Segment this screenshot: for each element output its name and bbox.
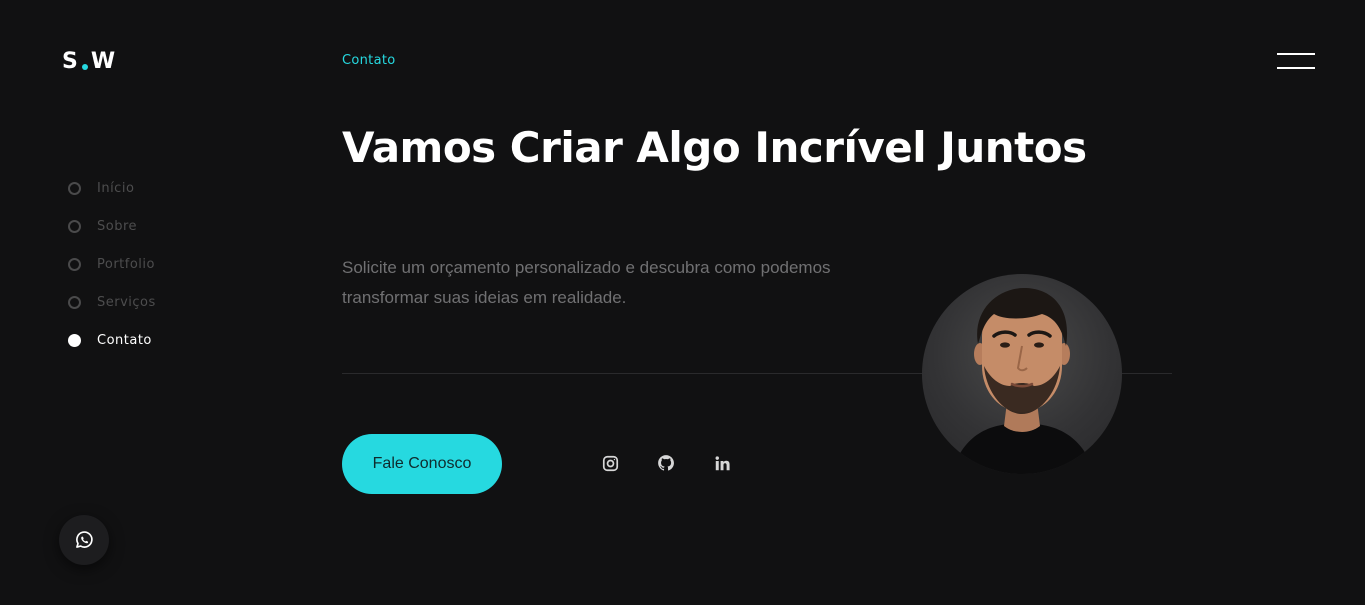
github-icon[interactable] xyxy=(654,451,678,475)
linkedin-icon[interactable] xyxy=(710,451,734,475)
nav-item-label: Portfolio xyxy=(97,256,155,272)
page-title: Vamos Criar Algo Incrível Juntos xyxy=(342,123,1087,172)
nav-dot-active xyxy=(68,333,81,347)
page-description: Solicite um orçamento personalizado e de… xyxy=(342,258,831,307)
nav-item-label: Serviços xyxy=(97,294,156,310)
menu-icon-line-top xyxy=(1277,53,1315,55)
nav-item-servicos[interactable]: Serviços xyxy=(68,283,238,321)
nav-dot xyxy=(68,257,81,271)
logo-letter-s: S xyxy=(62,49,79,74)
social-links xyxy=(598,451,766,475)
instagram-icon[interactable] xyxy=(598,451,622,475)
nav-item-label: Sobre xyxy=(97,218,138,234)
section-label: Contato xyxy=(342,53,396,68)
whatsapp-icon xyxy=(76,531,93,548)
logo-letter-w: W xyxy=(90,49,117,74)
nav-dot xyxy=(68,181,81,195)
avatar xyxy=(922,274,1122,474)
nav-item-inicio[interactable]: Início xyxy=(68,169,238,207)
logo-dot xyxy=(81,64,88,70)
nav-item-contato[interactable]: Contato xyxy=(68,321,238,359)
nav-item-sobre[interactable]: Sobre xyxy=(68,207,238,245)
logo[interactable]: S W xyxy=(62,49,116,73)
nav-dot xyxy=(68,219,81,233)
contact-cta-button[interactable]: Fale Conosco xyxy=(342,434,502,494)
menu-button[interactable] xyxy=(1277,53,1315,70)
nav-item-label: Contato xyxy=(97,332,152,348)
whatsapp-button[interactable] xyxy=(59,515,109,565)
side-nav: Início Sobre Portfolio Serviços Contato xyxy=(68,180,238,370)
contact-page: S W Contato Início Sobre Portfolio Servi… xyxy=(0,0,1365,605)
nav-dot xyxy=(68,295,81,309)
nav-item-portfolio[interactable]: Portfolio xyxy=(68,245,238,283)
menu-icon-line-bottom xyxy=(1277,67,1315,69)
portrait-image xyxy=(952,288,1094,474)
nav-item-label: Início xyxy=(97,180,135,196)
